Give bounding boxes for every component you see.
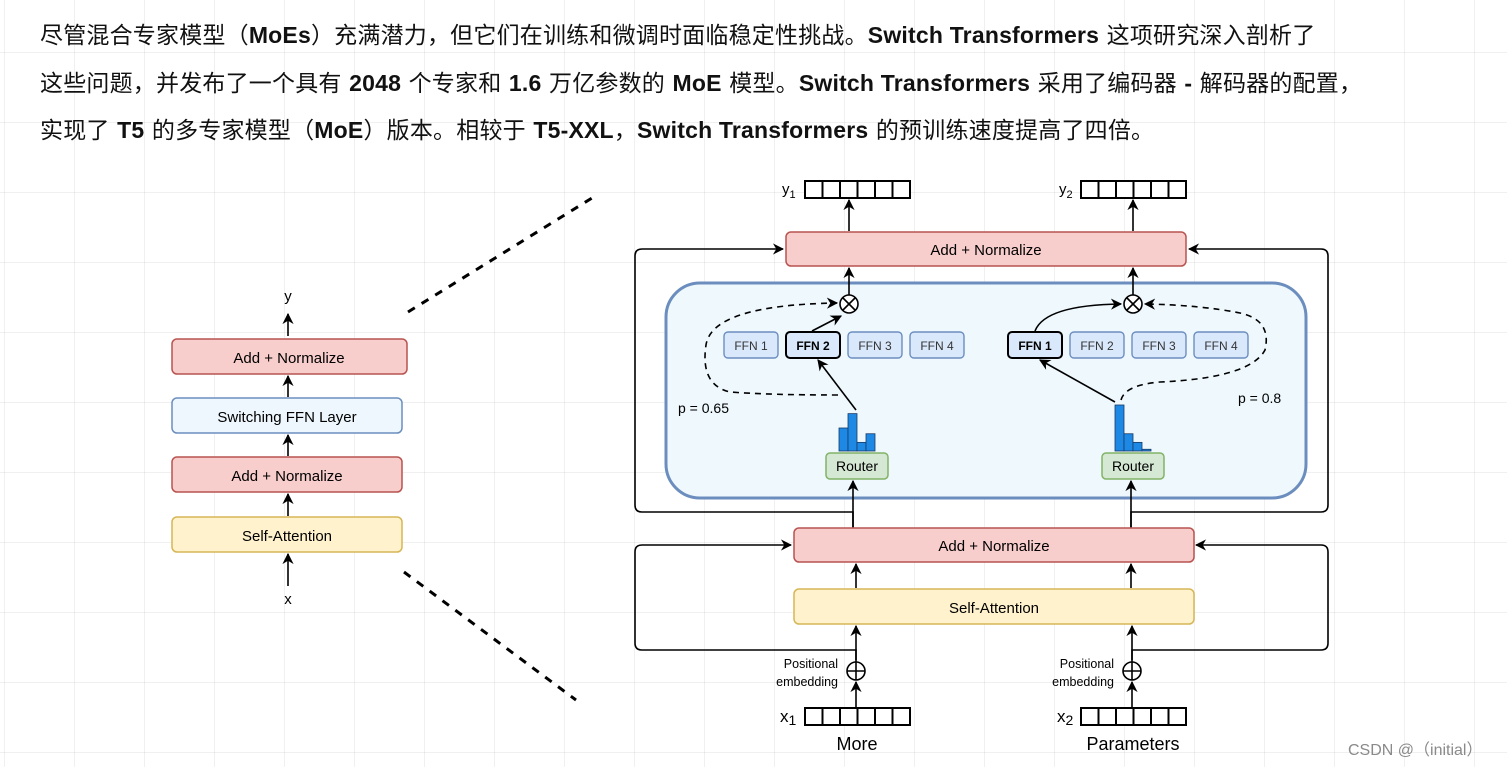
- multiply-icon: [1123, 294, 1143, 314]
- vector-cell: [821, 707, 841, 726]
- input-vector-x1: [804, 707, 911, 726]
- expert-label: FFN 4: [920, 339, 954, 353]
- vector-cell: [1150, 707, 1170, 726]
- expert-label: FFN 2: [796, 339, 830, 353]
- left-switching-ffn-layer-label: Switching FFN Layer: [217, 409, 356, 426]
- histogram-bar: [838, 427, 849, 452]
- left-input-label: x: [284, 591, 292, 608]
- output-vector-y2: [1080, 180, 1187, 199]
- moe-layer-panel: [664, 281, 1308, 500]
- vector-cell: [1132, 180, 1152, 199]
- right-add-normalize-top-label: Add + Normalize: [930, 242, 1041, 259]
- add-icon: [846, 661, 866, 681]
- left-add-normalize-bottom-label: Add + Normalize: [231, 468, 342, 485]
- right-transformer-block: Add + Normalize FFN 1 FFN 2 FFN 3 FFN 4 p =…: [634, 180, 1329, 754]
- vector-cell: [874, 180, 894, 199]
- router-label: Router: [836, 458, 878, 474]
- histogram-bar: [856, 441, 867, 452]
- left-add-normalize-top-label: Add + Normalize: [233, 350, 344, 367]
- vector-cell: [1097, 707, 1117, 726]
- expert-label: FFN 3: [1142, 339, 1176, 353]
- input-vector-label: x1: [780, 707, 797, 728]
- vector-cell: [804, 180, 824, 199]
- positional-embedding-label: embedding: [776, 675, 838, 689]
- vector-cell: [1167, 707, 1187, 726]
- vector-cell: [874, 707, 894, 726]
- zoom-guide-line-bottom: [403, 570, 577, 702]
- vector-cell: [1080, 180, 1100, 199]
- output-vector-label: y2: [1059, 181, 1073, 201]
- expert-label: FFN 1: [1018, 339, 1052, 353]
- router-label: Router: [1112, 458, 1154, 474]
- histogram-bar: [1114, 404, 1125, 452]
- histogram-bar: [1132, 441, 1143, 452]
- histogram-bar: [847, 413, 858, 452]
- expert-label: FFN 2: [1080, 339, 1114, 353]
- input-vector-label: x2: [1057, 707, 1074, 728]
- vector-cell: [821, 180, 841, 199]
- expert-label: FFN 1: [734, 339, 768, 353]
- zoom-guide-line-top: [407, 196, 593, 314]
- left-output-label: y: [284, 288, 292, 305]
- add-icon: [1122, 661, 1142, 681]
- positional-embedding-label: Positional: [1060, 657, 1114, 671]
- vector-cell: [1150, 180, 1170, 199]
- vector-cell: [891, 180, 911, 199]
- watermark: CSDN @（initial）: [1348, 742, 1483, 759]
- probability-label: p = 0.8: [1238, 390, 1281, 406]
- vector-cell: [839, 707, 859, 726]
- right-add-normalize-bottom-label: Add + Normalize: [938, 538, 1049, 555]
- vector-cell: [804, 707, 824, 726]
- positional-embedding-label: Positional: [784, 657, 838, 671]
- multiply-icon: [839, 294, 859, 314]
- output-vector-label: y1: [782, 181, 796, 201]
- vector-cell: [1167, 180, 1187, 199]
- input-word-parameters: Parameters: [1086, 734, 1179, 754]
- right-self-attention-label: Self-Attention: [949, 600, 1039, 617]
- switch-transformer-diagram: y Add + Normalize Switching FFN Layer Ad…: [171, 180, 1329, 754]
- output-vector-y1: [804, 180, 911, 199]
- histogram-bar: [1123, 433, 1134, 452]
- input-vector-x2: [1080, 707, 1187, 726]
- vector-cell: [1115, 707, 1135, 726]
- vector-cell: [891, 707, 911, 726]
- vector-cell: [1115, 180, 1135, 199]
- vector-cell: [1097, 180, 1117, 199]
- left-transformer-block: y Add + Normalize Switching FFN Layer Ad…: [171, 288, 408, 608]
- histogram-bar: [1141, 448, 1152, 452]
- expert-label: FFN 4: [1204, 339, 1238, 353]
- left-self-attention-label: Self-Attention: [242, 528, 332, 545]
- vector-cell: [1080, 707, 1100, 726]
- input-word-more: More: [836, 734, 877, 754]
- vector-cell: [856, 707, 876, 726]
- probability-label: p = 0.65: [678, 400, 729, 416]
- vector-cell: [856, 180, 876, 199]
- vector-cell: [839, 180, 859, 199]
- histogram-bar: [865, 433, 876, 452]
- vector-cell: [1132, 707, 1152, 726]
- positional-embedding-label: embedding: [1052, 675, 1114, 689]
- expert-label: FFN 3: [858, 339, 892, 353]
